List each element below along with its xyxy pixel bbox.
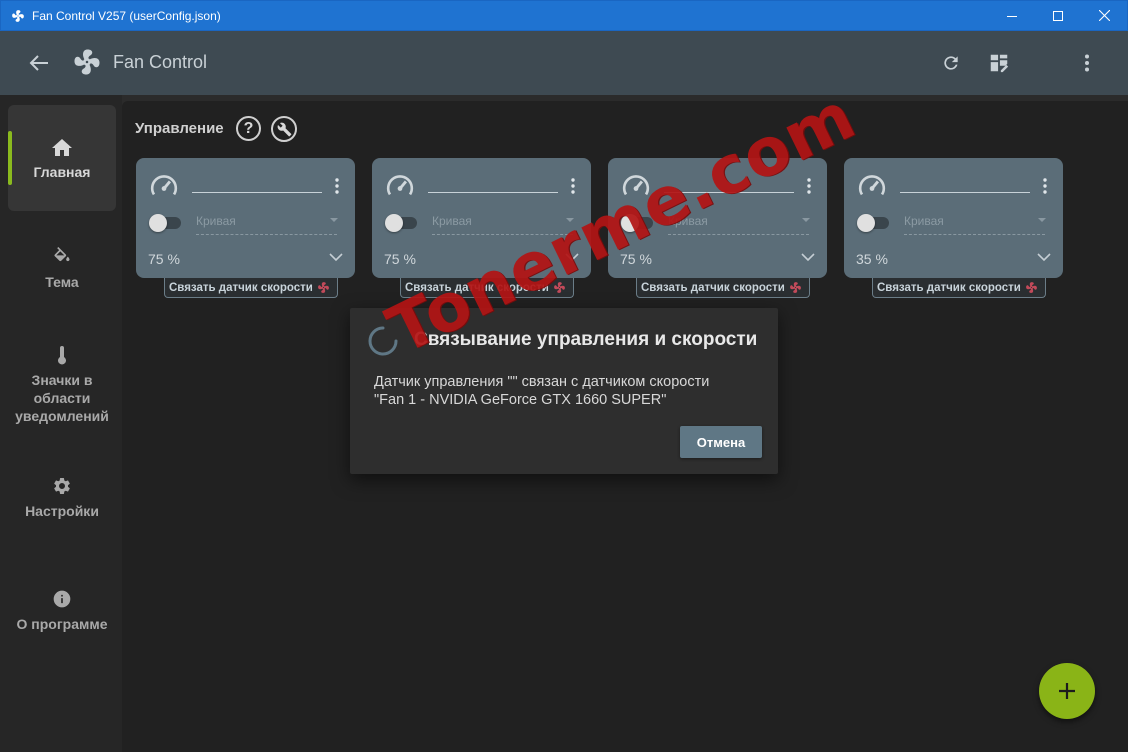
chevron-down-icon[interactable] [565, 252, 579, 262]
sidebar-item-settings[interactable]: Настройки [8, 476, 116, 526]
card-name-field[interactable] [664, 192, 794, 193]
window-titlebar: Fan Control V257 (userConfig.json) [0, 0, 1128, 31]
help-button[interactable]: ? [236, 116, 261, 141]
more-vert-icon[interactable] [1040, 176, 1050, 196]
sidebar-item-label: Значки в области уведомлений [15, 372, 109, 424]
enable-toggle[interactable] [385, 214, 417, 232]
speedometer-icon [386, 175, 414, 196]
link-speed-sensor-button[interactable]: Связать датчик скорости [400, 278, 574, 298]
percent-value: 75 % [148, 251, 180, 267]
curve-select[interactable]: Кривая [668, 214, 708, 228]
link-label: Связать датчик скорости [877, 281, 1021, 294]
fan-icon [10, 8, 26, 24]
dialog-message-line: Датчик управления "" связан с датчиком с… [374, 374, 710, 390]
dialog-message-line: "Fan 1 - NVIDIA GeForce GTX 1660 SUPER" [374, 392, 667, 408]
curve-select[interactable]: Кривая [904, 214, 944, 228]
card-name-field[interactable] [192, 192, 322, 193]
linking-dialog: Связывание управления и скорости Датчик … [350, 308, 778, 474]
control-card[interactable]: Кривая 35 % [844, 158, 1063, 278]
dialog-title: Связывание управления и скорости [414, 329, 758, 350]
refresh-icon[interactable] [938, 50, 964, 76]
back-arrow-icon[interactable] [26, 51, 52, 75]
card-name-field[interactable] [900, 192, 1030, 193]
link-label: Связать датчик скорости [641, 281, 785, 294]
plus-icon [1059, 683, 1075, 699]
sidebar-item-label: Тема [45, 274, 79, 290]
active-indicator [8, 131, 12, 185]
more-vert-icon[interactable] [332, 176, 342, 196]
app-toolbar: Fan Control [0, 31, 1128, 95]
control-card[interactable]: Кривая 75 % [608, 158, 827, 278]
dropdown-arrow-icon [802, 218, 810, 222]
paint-bucket-icon [54, 247, 70, 262]
percent-value: 75 % [384, 251, 416, 267]
chevron-down-icon[interactable] [329, 252, 343, 262]
thermometer-icon [58, 346, 66, 365]
curve-select[interactable]: Кривая [196, 214, 236, 228]
speedometer-icon [150, 175, 178, 196]
link-label: Связать датчик скорости [405, 281, 549, 294]
sidebar-item-label: Главная [33, 164, 91, 180]
more-vert-icon[interactable] [1076, 50, 1098, 76]
dropdown-arrow-icon [566, 218, 574, 222]
enable-toggle[interactable] [149, 214, 181, 232]
sidebar-item-home[interactable]: Главная [8, 105, 116, 211]
control-card[interactable]: Кривая 75 % [372, 158, 591, 278]
dropdown-arrow-icon [330, 218, 338, 222]
loading-spinner-icon [368, 326, 398, 356]
sidebar: Главная Тема Значки в области уведомлени… [0, 95, 122, 752]
more-vert-icon[interactable] [804, 176, 814, 196]
link-label: Связать датчик скорости [169, 281, 313, 294]
dropdown-arrow-icon [1038, 218, 1046, 222]
enable-toggle[interactable] [857, 214, 889, 232]
section-title: Управление [135, 120, 224, 137]
wrench-icon[interactable] [271, 116, 297, 142]
more-vert-icon[interactable] [568, 176, 578, 196]
speedometer-icon [622, 175, 650, 196]
fan-red-icon [789, 282, 801, 293]
speedometer-icon [858, 175, 886, 196]
home-icon [52, 139, 72, 156]
control-card[interactable]: Кривая 75 % [136, 158, 355, 278]
dialog-message: Датчик управления "" связан с датчиком с… [374, 373, 769, 409]
sidebar-item-about[interactable]: О программе [8, 589, 116, 639]
sidebar-item-label: О программе [16, 616, 108, 632]
percent-value: 35 % [856, 251, 888, 267]
curve-select[interactable]: Кривая [432, 214, 472, 228]
link-speed-sensor-button[interactable]: Связать датчик скорости [636, 278, 810, 298]
cancel-button[interactable]: Отмена [680, 426, 762, 458]
fan-logo-icon [72, 47, 102, 77]
window-title: Fan Control V257 (userConfig.json) [32, 8, 221, 23]
fan-red-icon [317, 282, 329, 293]
enable-toggle[interactable] [621, 214, 653, 232]
add-button[interactable] [1039, 663, 1095, 719]
sidebar-item-theme[interactable]: Тема [8, 247, 116, 307]
percent-value: 75 % [620, 251, 652, 267]
gear-icon [54, 477, 70, 494]
chevron-down-icon[interactable] [801, 252, 815, 262]
link-speed-sensor-button[interactable]: Связать датчик скорости [164, 278, 338, 298]
fan-red-icon [1025, 282, 1037, 293]
app-title: Fan Control [113, 52, 208, 72]
fan-red-icon [553, 282, 565, 293]
info-icon [53, 590, 71, 608]
dashboard-edit-icon[interactable] [986, 50, 1012, 76]
card-name-field[interactable] [428, 192, 558, 193]
link-speed-sensor-button[interactable]: Связать датчик скорости [872, 278, 1046, 298]
chevron-down-icon[interactable] [1037, 252, 1051, 262]
maximize-icon[interactable] [1035, 1, 1081, 30]
sidebar-item-tray-icons[interactable]: Значки в области уведомлений [8, 345, 116, 435]
sidebar-item-label: Настройки [25, 503, 99, 519]
minimize-icon[interactable] [989, 1, 1035, 30]
close-icon[interactable] [1081, 1, 1127, 30]
